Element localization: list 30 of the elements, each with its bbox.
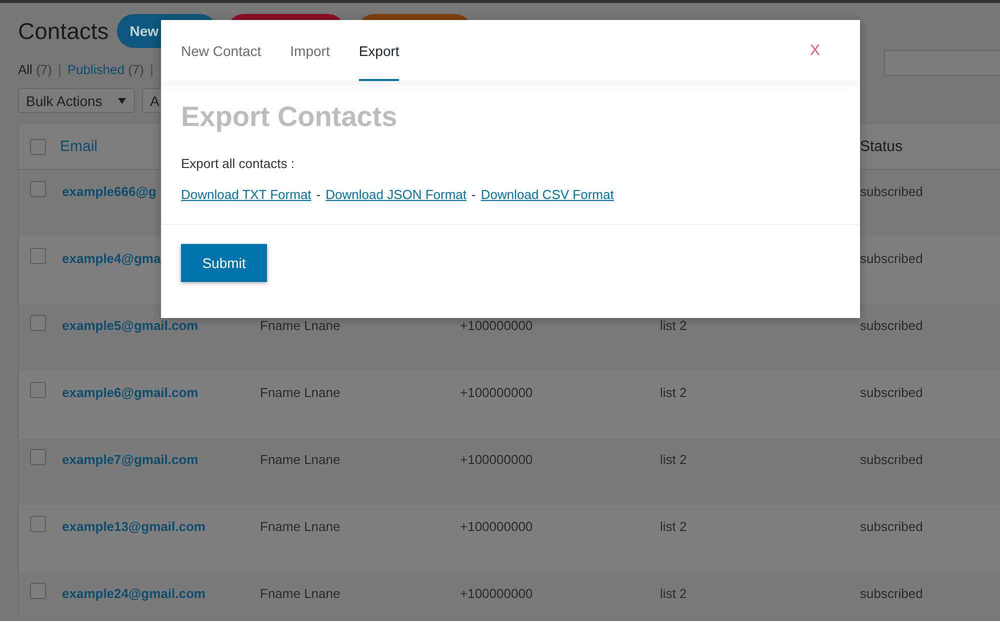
column-header: Status [860, 138, 903, 156]
table-cell: list 2 [660, 386, 687, 400]
table-cell: +100000000 [460, 520, 533, 534]
table-cell: Fname Lnane [260, 587, 340, 601]
table-cell: list 2 [660, 319, 687, 333]
separator: - [472, 186, 476, 204]
intro-text: Export all contacts : [181, 155, 296, 173]
table-cell: list 2 [660, 453, 687, 467]
table-cell: +100000000 [460, 319, 533, 333]
dialog-heading: Export Contacts [181, 100, 398, 134]
page-title: Contacts [18, 17, 109, 46]
table-cell: Fname Lnane [260, 319, 340, 333]
table-cell: list 2 [660, 520, 687, 534]
table-cell: subscribed [860, 453, 923, 467]
table-cell: subscribed [860, 386, 923, 400]
table-cell: subscribed [860, 587, 923, 601]
table-cell: Fname Lnane [260, 520, 340, 534]
separator: | [58, 61, 62, 79]
table-cell: subscribed [860, 319, 923, 333]
table-cell: +100000000 [460, 386, 533, 400]
table-cell: +100000000 [460, 587, 533, 601]
separator: - [316, 186, 321, 204]
table-cell: subscribed [860, 252, 923, 266]
table-cell: subscribed [860, 185, 923, 199]
table-cell: subscribed [860, 520, 923, 534]
table-cell: +100000000 [460, 453, 533, 467]
table-cell: list 2 [660, 587, 687, 601]
table-cell: Fname Lnane [260, 453, 340, 467]
table-cell: Fname Lnane [260, 386, 340, 400]
separator: | [150, 61, 154, 79]
